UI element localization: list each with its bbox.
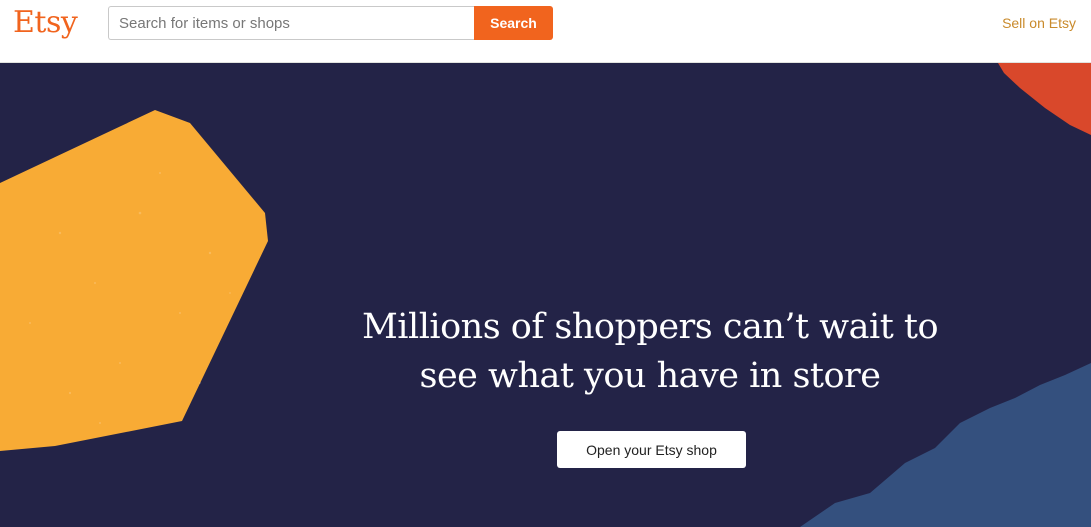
etsy-logo[interactable]: Etsy [13,4,78,42]
search-input[interactable] [108,6,474,40]
hero-banner: Millions of shoppers can’t wait to see w… [0,63,1091,527]
sell-on-etsy-link[interactable]: Sell on Etsy [1002,14,1076,32]
hero-headline-line1: Millions of shoppers can’t wait to [361,307,939,347]
search-bar: Search [108,6,553,40]
hero-decorative-shapes [0,63,1091,527]
hero-headline-line2: see what you have in store [419,356,881,396]
open-shop-button[interactable]: Open your Etsy shop [557,431,746,468]
yellow-shape [0,110,268,451]
search-button[interactable]: Search [474,6,553,40]
red-shape [998,63,1091,135]
site-header: Etsy Search Sell on Etsy [0,0,1091,63]
hero-headline: Millions of shoppers can’t wait to see w… [330,303,970,401]
